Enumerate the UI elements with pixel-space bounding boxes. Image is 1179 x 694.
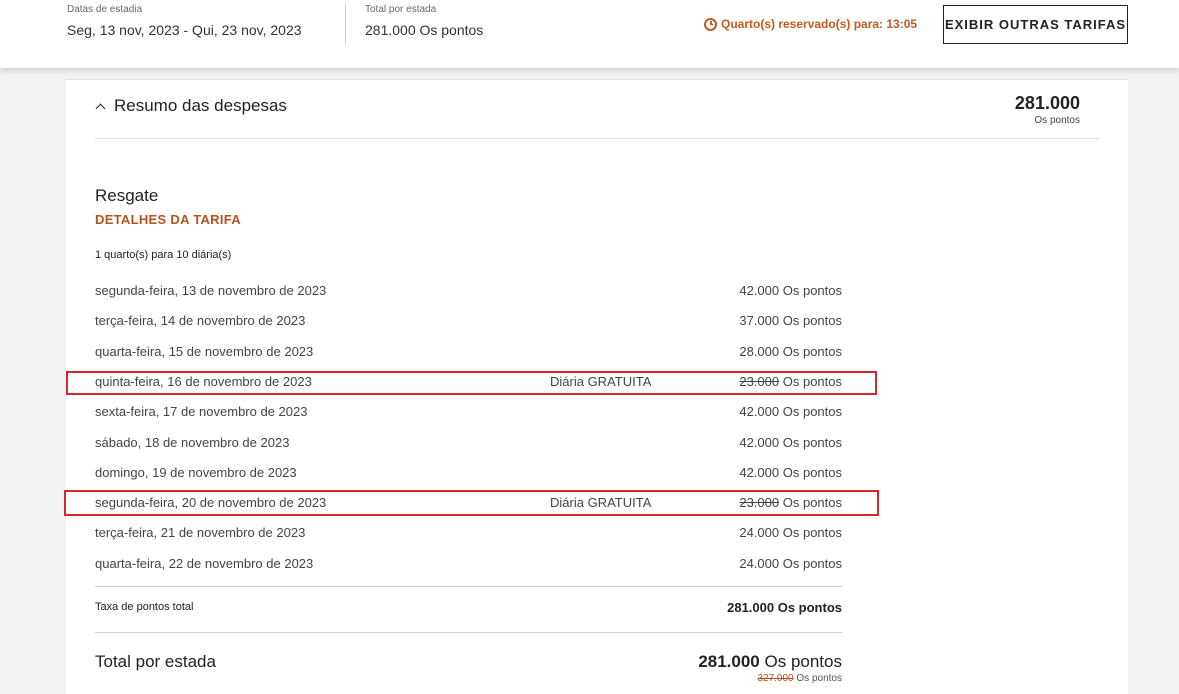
stay-dates-value: Seg, 13 nov, 2023 - Qui, 23 nov, 2023 — [67, 22, 302, 38]
stay-total-row-label: Total por estada — [95, 652, 216, 671]
night-row: terça-feira, 21 de novembro de 2023 24.00… — [95, 523, 842, 543]
points-fee-label: Taxa de pontos total — [95, 601, 194, 613]
clock-icon — [704, 17, 717, 31]
stay-total-value: 281.000 Os pontos — [365, 22, 484, 38]
original-total-unit: Os pontos — [796, 673, 842, 684]
night-points: 42.000 Os pontos — [739, 283, 842, 298]
charges-summary-unit: Os pontos — [1034, 115, 1080, 126]
night-points-unit: Os pontos — [782, 555, 842, 571]
night-date: quinta-feira, 16 de novembro de 2023 — [95, 373, 312, 389]
header-divider — [345, 4, 346, 44]
night-points: 42.000 Os pontos — [739, 435, 842, 450]
stay-total: Total por estada 281.000 Os pontos — [365, 4, 483, 38]
night-date: domingo, 19 de novembro de 2023 — [95, 464, 297, 480]
night-date: segunda-feira, 20 de novembro de 2023 — [95, 495, 327, 511]
night-row: sábado, 18 de novembro de 2023 42.000 Os … — [95, 433, 842, 453]
divider — [95, 586, 842, 587]
stay-summary-header: Datas de estadia Seg, 13 nov, 2023 - Qui… — [0, 0, 1179, 68]
night-points-unit: Os pontos — [782, 373, 842, 389]
night-points-value: 42.000 — [739, 283, 780, 298]
night-points-unit: Os pontos — [782, 495, 842, 511]
original-total-points: 327.000 — [757, 673, 794, 684]
night-points-value: 42.000 — [739, 434, 780, 450]
night-points-struck: 23.000 — [739, 495, 780, 511]
night-points-unit: Os pontos — [782, 313, 842, 329]
night-points-value: 37.000 — [739, 313, 780, 329]
night-points-unit: Os pontos — [782, 434, 842, 450]
night-points-value: 42.000 — [739, 464, 780, 480]
charges-summary-card: Resumo das despesas 281.000 Os pontos Re… — [64, 79, 1128, 694]
night-points-struck: 23.000 — [739, 373, 780, 389]
night-points-value: 28.000 — [739, 343, 780, 359]
stay-total-row-value: 281.000 Os pontos — [698, 652, 842, 672]
stay-total-row-unit: Os pontos — [764, 652, 843, 671]
night-row: quarta-feira, 22 de novembro de 2023 24.0… — [95, 554, 842, 574]
night-date: terça-feira, 14 de novembro de 2023 — [95, 313, 306, 329]
divider — [95, 632, 842, 633]
night-points: 37.000 Os pontos — [739, 313, 842, 328]
points-fee-value: 281.000 Os pontos — [727, 600, 842, 615]
night-row: sexta-feira, 17 de novembro de 2023 42.00… — [95, 402, 842, 422]
charges-summary-title: Resumo das despesas — [114, 96, 287, 115]
night-date: segunda-feira, 13 de novembro de 2023 — [95, 283, 327, 298]
night-row: segunda-feira, 20 de novembro de 2023 Diá… — [95, 493, 842, 513]
night-points: 24.000 Os pontos — [739, 525, 842, 540]
night-date: terça-feira, 21 de novembro de 2023 — [95, 525, 306, 541]
stay-dates-label: Datas de estadia — [67, 4, 143, 15]
night-points: 24.000 Os pontos — [739, 556, 842, 571]
night-date: sexta-feira, 17 de novembro de 2023 — [95, 404, 308, 420]
night-points: 42.000 Os pontos — [739, 465, 842, 480]
night-points-unit: Os pontos — [782, 283, 842, 298]
night-points-value: 42.000 — [739, 404, 780, 420]
night-points-value: 24.000 — [739, 555, 780, 571]
night-points: 28.000 Os pontos — [739, 344, 842, 359]
rate-details-link[interactable]: DETALHES DA TARIFA — [95, 212, 241, 227]
night-points-unit: Os pontos — [782, 464, 842, 480]
night-date: quarta-feira, 15 de novembro de 2023 — [95, 343, 314, 359]
night-row: quinta-feira, 16 de novembro de 2023 Diár… — [95, 372, 842, 392]
show-other-rates-button[interactable]: EXIBIR OUTRAS TARIFAS — [943, 5, 1128, 44]
night-points: 42.000 Os pontos — [739, 404, 842, 419]
free-night-label: Diária GRATUITA — [550, 495, 652, 511]
night-row: quarta-feira, 15 de novembro de 2023 28.0… — [95, 342, 842, 362]
rooms-nights-label: 1 quarto(s) para 10 diária(s) — [95, 249, 232, 261]
night-row: segunda-feira, 13 de novembro de 2023 42.… — [95, 281, 842, 301]
charges-summary-total: 281.000 Os pontos — [1015, 93, 1080, 126]
chevron-up-icon — [95, 103, 106, 114]
original-total: 327.000 Os pontos — [757, 673, 842, 684]
night-points-unit: Os pontos — [782, 525, 842, 541]
night-points-unit: Os pontos — [782, 343, 842, 359]
room-hold-text: Quarto(s) reservado(s) para: 13:05 — [721, 17, 918, 31]
charges-summary-points: 281.000 — [1014, 93, 1080, 113]
redemption-title: Resgate — [95, 186, 159, 205]
night-points: 23.000 Os pontos — [739, 374, 842, 389]
night-row: terça-feira, 14 de novembro de 2023 37.00… — [95, 311, 842, 331]
stay-total-row-points: 281.000 — [698, 652, 760, 671]
night-points: 23.000 Os pontos — [739, 495, 842, 510]
stay-total-label: Total por estada — [365, 4, 437, 15]
free-night-label: Diária GRATUITA — [550, 373, 652, 389]
night-date: quarta-feira, 22 de novembro de 2023 — [95, 555, 314, 571]
charges-summary-toggle[interactable]: Resumo das despesas 281.000 Os pontos — [95, 93, 1099, 139]
night-date: sábado, 18 de novembro de 2023 — [95, 434, 290, 450]
stay-dates: Datas de estadia Seg, 13 nov, 2023 - Qui… — [67, 4, 302, 38]
room-hold-timer: Quarto(s) reservado(s) para: 13:05 — [704, 17, 917, 31]
charges-summary-title-wrap: Resumo das despesas — [95, 96, 287, 116]
night-points-unit: Os pontos — [782, 404, 842, 420]
night-points-value: 24.000 — [739, 525, 780, 541]
night-row: domingo, 19 de novembro de 2023 42.000 Os… — [95, 463, 842, 483]
